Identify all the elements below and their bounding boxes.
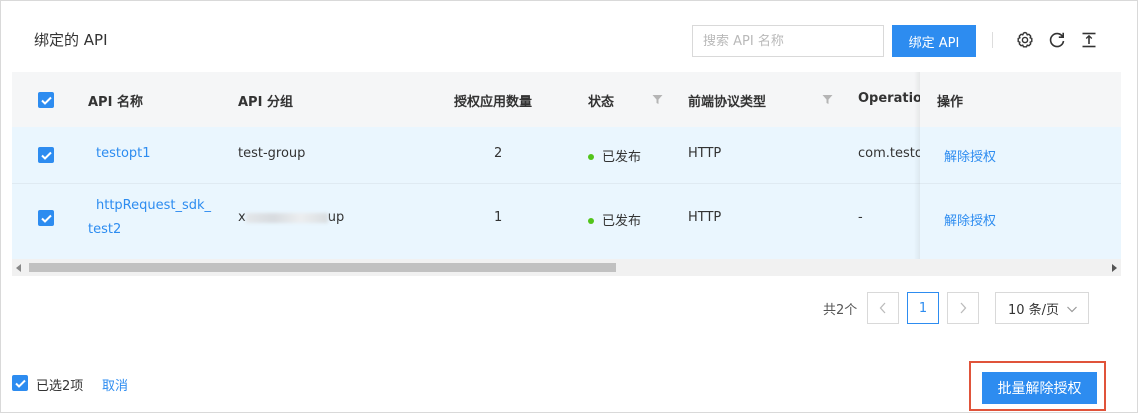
bulk-revoke-button[interactable]: 批量解除授权 [982, 372, 1097, 404]
panel-title: 绑定的 API [34, 31, 108, 49]
api-name-link[interactable]: testopt1 [96, 146, 151, 161]
column-header-api-name[interactable]: API 名称 [88, 91, 143, 110]
revoke-link[interactable]: 解除授权 [944, 210, 996, 229]
api-name-link-line2[interactable]: test2 [88, 222, 121, 237]
bound-api-panel: 绑定的 API 绑定 API API 名称 API 分组 授权应用数量 状态 [0, 0, 1138, 413]
check-icon [14, 379, 26, 388]
scroll-left-arrow[interactable] [16, 264, 21, 272]
settings-icon[interactable] [1015, 30, 1035, 50]
row-checkbox[interactable] [38, 147, 54, 163]
search-box[interactable] [692, 25, 884, 57]
cancel-selection-link[interactable]: 取消 [102, 375, 128, 394]
filter-icon[interactable] [822, 94, 833, 105]
bind-api-button[interactable]: 绑定 API [892, 25, 976, 57]
status: 已发布 [588, 210, 641, 229]
page-1-button[interactable]: 1 [907, 292, 939, 324]
redacted-text [245, 212, 328, 223]
app-count: 1 [494, 210, 503, 225]
selected-count: 已选2项 [36, 379, 84, 394]
api-group: x up [238, 210, 344, 225]
page-size-select[interactable]: 10 条/页 [995, 292, 1089, 324]
check-icon [40, 214, 52, 223]
app-count: 2 [494, 146, 503, 161]
status-dot [588, 153, 594, 160]
select-all-checkbox[interactable] [38, 92, 54, 108]
chevron-down-icon [1067, 306, 1077, 313]
api-table: API 名称 API 分组 授权应用数量 状态 前端协议类型 Operation… [12, 72, 1121, 276]
api-group-prefix: x [238, 210, 246, 225]
protocol: HTTP [688, 146, 722, 161]
operation: - [858, 210, 863, 225]
api-group: test-group [238, 146, 306, 161]
footer-select-checkbox[interactable] [12, 375, 28, 391]
check-icon [40, 151, 52, 160]
chevron-left-icon [879, 302, 886, 314]
api-name-link[interactable]: httpRequest_sdk_ [96, 198, 211, 213]
pagination-total: 共2个 [823, 303, 858, 318]
filter-icon[interactable] [652, 94, 663, 105]
prev-page-button[interactable] [867, 292, 899, 324]
row-checkbox[interactable] [38, 210, 54, 226]
column-header-status[interactable]: 状态 [588, 91, 614, 110]
horizontal-scrollbar[interactable] [12, 259, 1121, 276]
action-cell: 解除授权 [920, 184, 1121, 259]
chevron-right-icon [960, 302, 967, 314]
next-page-button[interactable] [947, 292, 979, 324]
status-text: 已发布 [602, 150, 642, 165]
status-dot [588, 217, 594, 224]
check-icon [40, 96, 52, 105]
action-column-header-bg: 操作 [920, 72, 1121, 127]
toolbar-divider [992, 32, 993, 48]
scrollbar-thumb[interactable] [29, 263, 616, 272]
refresh-icon[interactable] [1047, 30, 1067, 50]
scroll-right-arrow[interactable] [1112, 264, 1117, 272]
column-height-icon[interactable] [1079, 30, 1099, 50]
action-cell: 解除授权 [920, 127, 1121, 184]
page-size-value: 10 条/页 [1008, 302, 1060, 318]
status: 已发布 [588, 146, 641, 165]
column-header-app-count[interactable]: 授权应用数量 [454, 91, 532, 110]
revoke-link[interactable]: 解除授权 [944, 146, 996, 165]
api-group-suffix: up [327, 210, 345, 225]
column-header-api-group[interactable]: API 分组 [238, 91, 293, 110]
search-input[interactable] [703, 33, 873, 49]
status-text: 已发布 [602, 214, 642, 229]
column-header-action: 操作 [937, 95, 964, 110]
protocol: HTTP [688, 210, 722, 225]
column-header-protocol[interactable]: 前端协议类型 [688, 91, 766, 110]
fixed-action-column: 操作 解除授权 解除授权 [920, 72, 1121, 259]
